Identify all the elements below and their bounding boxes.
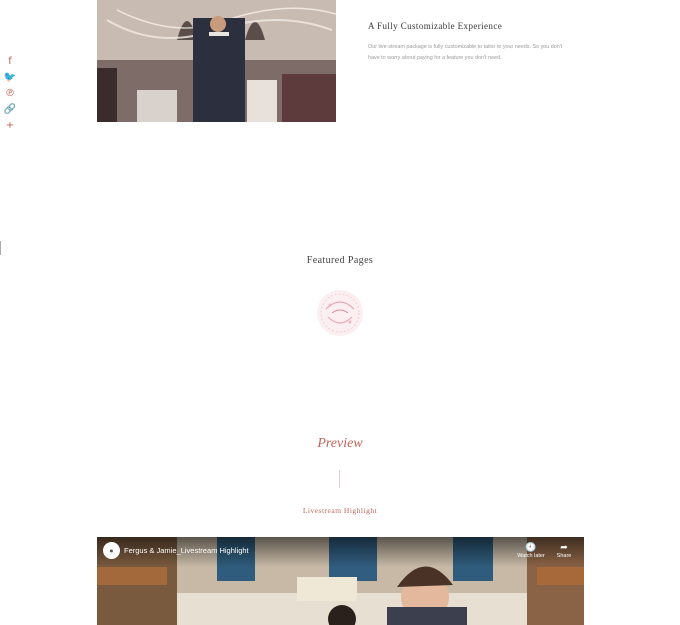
watch-later-label: Watch later (517, 553, 545, 559)
featured-publication-logo[interactable] (316, 289, 364, 337)
share-arrow-icon: ➦ (560, 542, 568, 552)
section-divider (339, 470, 340, 488)
plus-icon: + (5, 120, 15, 131)
preview-heading: Preview (317, 436, 363, 451)
featured-pages-heading: Featured Pages (306, 255, 374, 266)
pinterest-icon: ℗ (5, 88, 15, 99)
facebook-share-button[interactable]: f (3, 54, 17, 70)
share-label: Share (556, 553, 572, 559)
pinterest-share-button[interactable]: ℗ (3, 86, 17, 102)
twitter-icon: 🐦 (3, 72, 17, 83)
feature-title: A Fully Customizable Experience (368, 21, 503, 31)
twitter-share-button[interactable]: 🐦 (3, 70, 17, 86)
copy-link-button[interactable]: 🔗 (3, 102, 17, 118)
more-share-button[interactable]: + (3, 118, 17, 134)
social-share-bar: f 🐦 ℗ 🔗 + (3, 54, 17, 134)
livestream-highlight-subheading: Livestream Highlight (302, 506, 378, 515)
wedding-photo (97, 0, 336, 122)
share-button[interactable]: ➦ Share (548, 542, 580, 560)
channel-avatar[interactable]: ● (103, 542, 120, 559)
link-icon: 🔗 (3, 104, 17, 115)
side-scroll-handle[interactable] (0, 241, 1, 255)
feature-description: Our live-stream package is fully customi… (368, 44, 563, 61)
video-title-link[interactable]: Fergus & Jamie_Livestream Highlight (124, 546, 249, 555)
youtube-video-player[interactable]: ● Fergus & Jamie_Livestream Highlight 🕘 … (97, 537, 584, 625)
watch-later-button[interactable]: 🕘 Watch later (515, 542, 547, 560)
facebook-icon: f (8, 56, 12, 67)
clock-icon: 🕘 (525, 542, 537, 552)
